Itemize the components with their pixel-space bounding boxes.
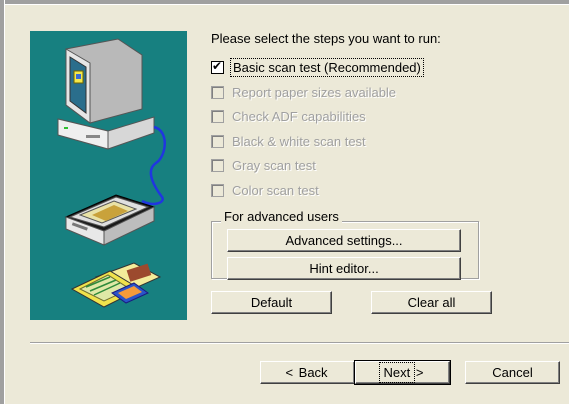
checkbox-check-adf[interactable] [211, 109, 224, 123]
advanced-settings-button[interactable]: Advanced settings... [227, 229, 461, 252]
advanced-users-legend: For advanced users [221, 209, 342, 224]
checkbox-black-white-scan[interactable] [211, 134, 224, 148]
cancel-button[interactable]: Cancel [465, 361, 560, 384]
footer-separator [30, 342, 569, 344]
default-label: Default [250, 295, 293, 310]
advanced-settings-label: Advanced settings... [285, 233, 403, 248]
option-basic-scan-test[interactable]: Basic scan test (Recommended) [211, 57, 424, 77]
illustration-art [57, 38, 166, 308]
back-button[interactable]: < Back [260, 361, 355, 384]
cable [141, 125, 166, 206]
next-arrow-icon: > [412, 365, 424, 380]
option-color-scan[interactable]: Color scan test [211, 181, 319, 199]
option-report-paper-sizes[interactable]: Report paper sizes available [211, 83, 396, 101]
option-label: Black & white scan test [232, 133, 366, 149]
option-label: Basic scan test (Recommended) [230, 57, 424, 77]
hint-editor-button[interactable]: Hint editor... [227, 257, 461, 280]
instructions-label: Please select the steps you want to run: [211, 31, 441, 46]
next-button[interactable]: Next > [354, 360, 451, 385]
wizard-illustration [30, 31, 187, 320]
option-check-adf[interactable]: Check ADF capabilities [211, 107, 366, 125]
default-button[interactable]: Default [211, 291, 332, 314]
option-label: Color scan test [232, 182, 319, 198]
option-label: Check ADF capabilities [232, 108, 366, 124]
documents-icon [70, 262, 162, 308]
option-label: Report paper sizes available [232, 84, 397, 100]
scanner-icon [64, 194, 156, 246]
option-black-white-scan[interactable]: Black & white scan test [211, 132, 366, 150]
window-frame-top [0, 0, 569, 5]
back-label: Back [298, 365, 328, 380]
back-arrow-icon: < [285, 365, 297, 380]
computer-icon [57, 38, 155, 150]
next-label: Next [378, 362, 416, 383]
option-gray-scan[interactable]: Gray scan test [211, 156, 316, 174]
window-frame-left [0, 0, 5, 404]
checkbox-color-scan[interactable] [211, 183, 224, 197]
checkbox-basic-scan-test[interactable] [211, 59, 224, 74]
checkbox-gray-scan[interactable] [211, 158, 224, 172]
clear-all-label: Clear all [407, 295, 456, 310]
cancel-label: Cancel [492, 365, 533, 380]
option-label: Gray scan test [232, 157, 316, 173]
clear-all-button[interactable]: Clear all [371, 291, 492, 314]
checkbox-report-paper-sizes[interactable] [211, 85, 224, 99]
hint-editor-label: Hint editor... [309, 261, 379, 276]
